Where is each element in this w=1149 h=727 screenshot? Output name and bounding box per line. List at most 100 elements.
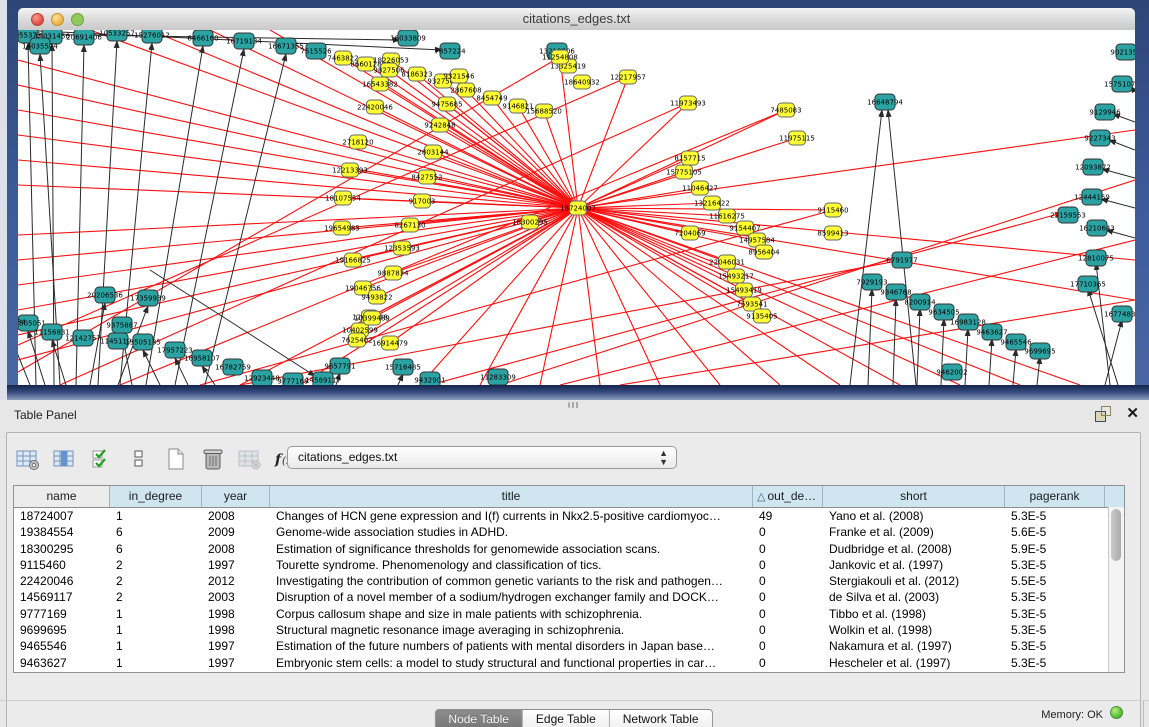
table-cell[interactable]: 1 [110, 638, 202, 654]
table-cell[interactable]: 5.3E-5 [1005, 638, 1105, 654]
table-cell[interactable]: 0 [753, 638, 823, 654]
table-cell[interactable]: 2012 [202, 573, 270, 589]
table-row[interactable]: 911546021997Tourette syndrome. Phenomeno… [14, 557, 1124, 573]
new-table-icon[interactable] [163, 447, 189, 471]
graph-node[interactable]: 15493419 [726, 283, 762, 297]
table-cell[interactable]: 5.3E-5 [1005, 557, 1105, 573]
graph-edge[interactable] [965, 329, 968, 385]
table-cell[interactable]: 9777169 [14, 606, 110, 622]
table-cell[interactable]: 0 [753, 557, 823, 573]
graph-node[interactable]: 18107554 [325, 191, 361, 205]
table-cell[interactable]: 1 [110, 655, 202, 671]
table-cell[interactable]: 1997 [202, 557, 270, 573]
table-cell[interactable]: 0 [753, 622, 823, 638]
table-cell[interactable]: Stergiakouli et al. (2012) [823, 573, 1005, 589]
table-cell[interactable]: 1997 [202, 638, 270, 654]
network-graph[interactable]: 2055373119031456206914061403557410533257… [18, 30, 1135, 385]
graph-edge[interactable] [578, 208, 660, 385]
graph-edge[interactable] [380, 84, 578, 208]
graph-edge[interactable] [200, 210, 833, 385]
table-cell[interactable]: 9115460 [14, 557, 110, 573]
graph-node[interactable]: 12810075 [1078, 250, 1114, 266]
memory-ok-icon[interactable] [1110, 706, 1123, 719]
graph-node[interactable]: 16774838 [1104, 306, 1135, 322]
graph-edge[interactable] [398, 374, 403, 385]
table-selector-combobox[interactable]: citations_edges.txt ▲▼ [287, 446, 677, 469]
table-cell[interactable]: 2003 [202, 589, 270, 605]
graph-edge[interactable] [18, 60, 578, 208]
column-header-title[interactable]: title [270, 486, 753, 507]
graph-edge[interactable] [989, 339, 992, 385]
table-cell[interactable]: Tourette syndrome. Phenomenology and cla… [270, 557, 753, 573]
graph-edge[interactable] [917, 309, 920, 385]
table-row[interactable]: 969969511998Structural magnetic resonanc… [14, 622, 1124, 638]
table-cell[interactable]: 5.3E-5 [1005, 606, 1105, 622]
attribute-selection-icon[interactable] [89, 447, 115, 471]
column-header-name[interactable]: name [14, 486, 110, 507]
graph-node[interactable]: 9375887 [106, 317, 137, 333]
scrollbar-thumb[interactable] [1111, 509, 1121, 561]
table-cell[interactable]: Corpus callosum shape and size in male p… [270, 606, 753, 622]
graph-node[interactable]: 18640932 [564, 75, 600, 89]
graph-edge[interactable] [447, 104, 578, 208]
table-cell[interactable]: 6 [110, 524, 202, 540]
table-cell[interactable]: 1 [110, 606, 202, 622]
delete-entries-icon[interactable] [200, 447, 226, 471]
graph-edge[interactable] [888, 110, 916, 385]
table-cell[interactable]: 0 [753, 589, 823, 605]
graph-node[interactable]: 15276012 [134, 30, 170, 43]
table-cell[interactable]: 6 [110, 541, 202, 557]
table-cell[interactable]: 9699695 [14, 622, 110, 638]
graph-edge[interactable] [578, 172, 684, 208]
table-cell[interactable]: 0 [753, 573, 823, 589]
table-cell[interactable]: 49 [753, 508, 823, 524]
table-cell[interactable]: Franke et al. (2009) [823, 524, 1005, 540]
network-window-titlebar[interactable]: citations_edges.txt [18, 8, 1135, 31]
table-options-icon[interactable] [15, 447, 41, 471]
table-cell[interactable]: de Silva et al. (2003) [823, 589, 1005, 605]
graph-node[interactable]: 10719134 [226, 33, 262, 49]
table-row[interactable]: 1938455462009Genome-wide association stu… [14, 524, 1124, 540]
graph-edge[interactable] [175, 49, 244, 385]
table-cell[interactable]: 2 [110, 557, 202, 573]
graph-node[interactable]: 11283309 [480, 369, 516, 385]
graph-node[interactable]: 7857224 [434, 43, 466, 59]
graph-edge[interactable] [578, 208, 1020, 385]
table-cell[interactable]: Tibbo et al. (1998) [823, 606, 1005, 622]
table-cell[interactable]: 2008 [202, 508, 270, 524]
graph-node[interactable]: 12142757 [65, 330, 101, 346]
graph-node[interactable]: 13505135 [125, 334, 161, 350]
graph-edge[interactable] [868, 289, 872, 385]
table-cell[interactable]: Dudbridge et al. (2008) [823, 541, 1005, 557]
table-cell[interactable]: 19384554 [14, 524, 110, 540]
column-header-out-de-[interactable]: △out_de… [753, 486, 823, 507]
column-visibility-icon[interactable] [52, 447, 78, 471]
graph-node[interactable]: 6791977 [886, 252, 917, 268]
graph-edge[interactable] [893, 299, 896, 385]
table-cell[interactable]: 0 [753, 606, 823, 622]
table-cell[interactable]: 9463627 [14, 655, 110, 671]
table-cell[interactable]: Embryonic stem cells: a model to study s… [270, 655, 753, 671]
table-cell[interactable]: 5.3E-5 [1005, 655, 1105, 671]
table-cell[interactable]: 0 [753, 524, 823, 540]
table-cell[interactable]: Nakamura et al. (1997) [823, 638, 1005, 654]
table-row[interactable]: 977716911998Corpus callosum shape and si… [14, 606, 1124, 622]
graph-node[interactable]: 16914479 [372, 336, 408, 350]
graph-node[interactable]: 19166825 [335, 253, 371, 267]
table-cell[interactable]: 5.5E-5 [1005, 573, 1105, 589]
graph-node[interactable]: 12444159 [1074, 189, 1110, 205]
graph-node[interactable]: 16210643 [1079, 220, 1115, 236]
graph-node[interactable]: 917003 [409, 194, 436, 208]
float-panel-icon[interactable] [1095, 406, 1111, 422]
table-cell[interactable]: 5.6E-5 [1005, 524, 1105, 540]
close-panel-icon[interactable]: ✕ [1126, 404, 1139, 422]
table-cell[interactable]: 1 [110, 508, 202, 524]
table-cell[interactable]: 2008 [202, 541, 270, 557]
graph-node[interactable]: 9227343 [1084, 130, 1115, 146]
table-row[interactable]: 2242004622012Investigating the contribut… [14, 573, 1124, 589]
table-cell[interactable]: 22420046 [14, 573, 110, 589]
graph-node[interactable]: 11973493 [670, 96, 706, 110]
graph-edge[interactable] [18, 208, 578, 285]
graph-node[interactable]: 22159553 [1050, 207, 1086, 223]
table-cell[interactable]: 18724007 [14, 508, 110, 524]
